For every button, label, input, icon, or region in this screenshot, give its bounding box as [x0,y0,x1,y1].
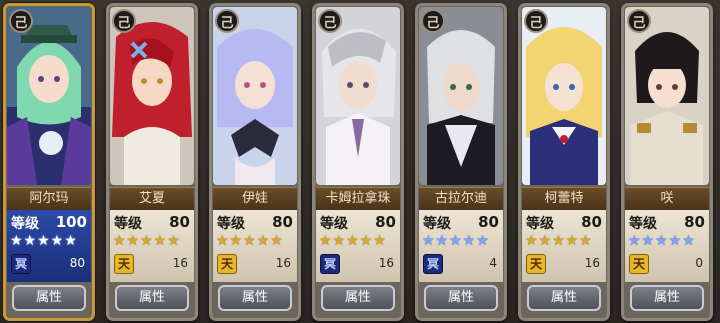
portrait-art [316,7,400,185]
level-label: 等级 [11,216,39,232]
level-value: 100 [55,213,87,231]
character-name: 艾夏 [110,187,194,211]
level-label: 等级 [114,216,142,232]
character-portrait [419,7,503,185]
character-card[interactable]: 己 古拉尔迪 等级 80 ★★★★★ 冥 4 属性 [415,3,507,321]
rank-count: 16 [584,256,600,270]
character-portrait [522,7,606,185]
character-card[interactable]: 己 阿尔玛 等级 100 ★★★★★ 冥 80 属性 [3,3,95,321]
element-badge-icon: 己 [524,9,548,33]
level-value: 80 [169,213,190,231]
level-label: 等级 [217,216,245,232]
character-card[interactable]: 己 艾夏 等级 80 ★★★★★ 天 16 属性 [106,3,198,321]
portrait-art [625,7,709,185]
stats-panel: 等级 80 ★★★★★ 冥 4 [419,210,503,282]
stats-panel: 等级 80 ★★★★★ 天 16 [213,210,297,282]
portrait-art [213,7,297,185]
level-label: 等级 [526,216,554,232]
attribute-button[interactable]: 属性 [321,285,395,311]
rank-count: 0 [695,256,703,270]
portrait-art [110,7,194,185]
portrait-art [522,7,606,185]
rank-count: 80 [69,256,85,270]
level-value: 80 [581,213,602,231]
rank-icon: 天 [526,254,546,274]
character-name: 卡姆拉拿珠 [316,187,400,211]
character-portrait [316,7,400,185]
element-badge-icon: 己 [318,9,342,33]
character-roster: 己 阿尔玛 等级 100 ★★★★★ 冥 80 属性 己 艾夏 等级 80 ★★… [0,0,720,323]
level-value: 80 [375,213,396,231]
star-rating: ★★★★★ [216,234,284,248]
character-card[interactable]: 己 柯蕾特 等级 80 ★★★★★ 天 16 属性 [518,3,610,321]
character-portrait [7,7,91,185]
star-rating: ★★★★★ [628,234,696,248]
portrait-art [7,7,91,185]
star-rating: ★★★★★ [319,234,387,248]
element-badge-icon: 己 [421,9,445,33]
rank-icon: 天 [629,254,649,274]
star-icons: ★★★★★ [525,233,593,249]
portrait-art [419,7,503,185]
rank-count: 4 [489,256,497,270]
stats-panel: 等级 80 ★★★★★ 天 16 [110,210,194,282]
attribute-button[interactable]: 属性 [218,285,292,311]
level-value: 80 [478,213,499,231]
character-name: 阿尔玛 [7,187,91,211]
level-label: 等级 [629,216,657,232]
character-card[interactable]: 己 卡姆拉拿珠 等级 80 ★★★★★ 冥 16 属性 [312,3,404,321]
rank-count: 16 [172,256,188,270]
stats-panel: 等级 100 ★★★★★ 冥 80 [7,210,91,282]
attribute-button[interactable]: 属性 [527,285,601,311]
element-badge-icon: 己 [627,9,651,33]
level-value: 80 [684,213,705,231]
rank-icon: 冥 [423,254,443,274]
character-name: 咲 [625,187,709,211]
character-portrait [213,7,297,185]
element-badge-icon: 己 [215,9,239,33]
attribute-button[interactable]: 属性 [115,285,189,311]
rank-icon: 冥 [11,254,31,274]
star-icons: ★★★★★ [10,233,78,249]
star-icons: ★★★★★ [319,233,387,249]
level-value: 80 [272,213,293,231]
star-rating: ★★★★★ [10,234,78,248]
rank-icon: 天 [114,254,134,274]
level-label: 等级 [320,216,348,232]
rank-icon: 天 [217,254,237,274]
level-label: 等级 [423,216,451,232]
stats-panel: 等级 80 ★★★★★ 天 0 [625,210,709,282]
star-icons: ★★★★★ [628,233,696,249]
stats-panel: 等级 80 ★★★★★ 冥 16 [316,210,400,282]
character-name: 柯蕾特 [522,187,606,211]
stats-panel: 等级 80 ★★★★★ 天 16 [522,210,606,282]
character-name: 古拉尔迪 [419,187,503,211]
star-icons: ★★★★★ [113,233,181,249]
star-icons: ★★★★★ [216,233,284,249]
star-rating: ★★★★★ [113,234,181,248]
rank-count: 16 [378,256,394,270]
element-badge-icon: 己 [9,9,33,33]
star-rating: ★★★★★ [422,234,490,248]
character-portrait [110,7,194,185]
attribute-button[interactable]: 属性 [630,285,704,311]
star-icons: ★★★★★ [422,233,490,249]
character-portrait [625,7,709,185]
star-rating: ★★★★★ [525,234,593,248]
character-card[interactable]: 己 伊娃 等级 80 ★★★★★ 天 16 属性 [209,3,301,321]
character-card[interactable]: 己 咲 等级 80 ★★★★★ 天 0 属性 [621,3,713,321]
element-badge-icon: 己 [112,9,136,33]
attribute-button[interactable]: 属性 [12,285,86,311]
character-name: 伊娃 [213,187,297,211]
rank-icon: 冥 [320,254,340,274]
rank-count: 16 [275,256,291,270]
attribute-button[interactable]: 属性 [424,285,498,311]
